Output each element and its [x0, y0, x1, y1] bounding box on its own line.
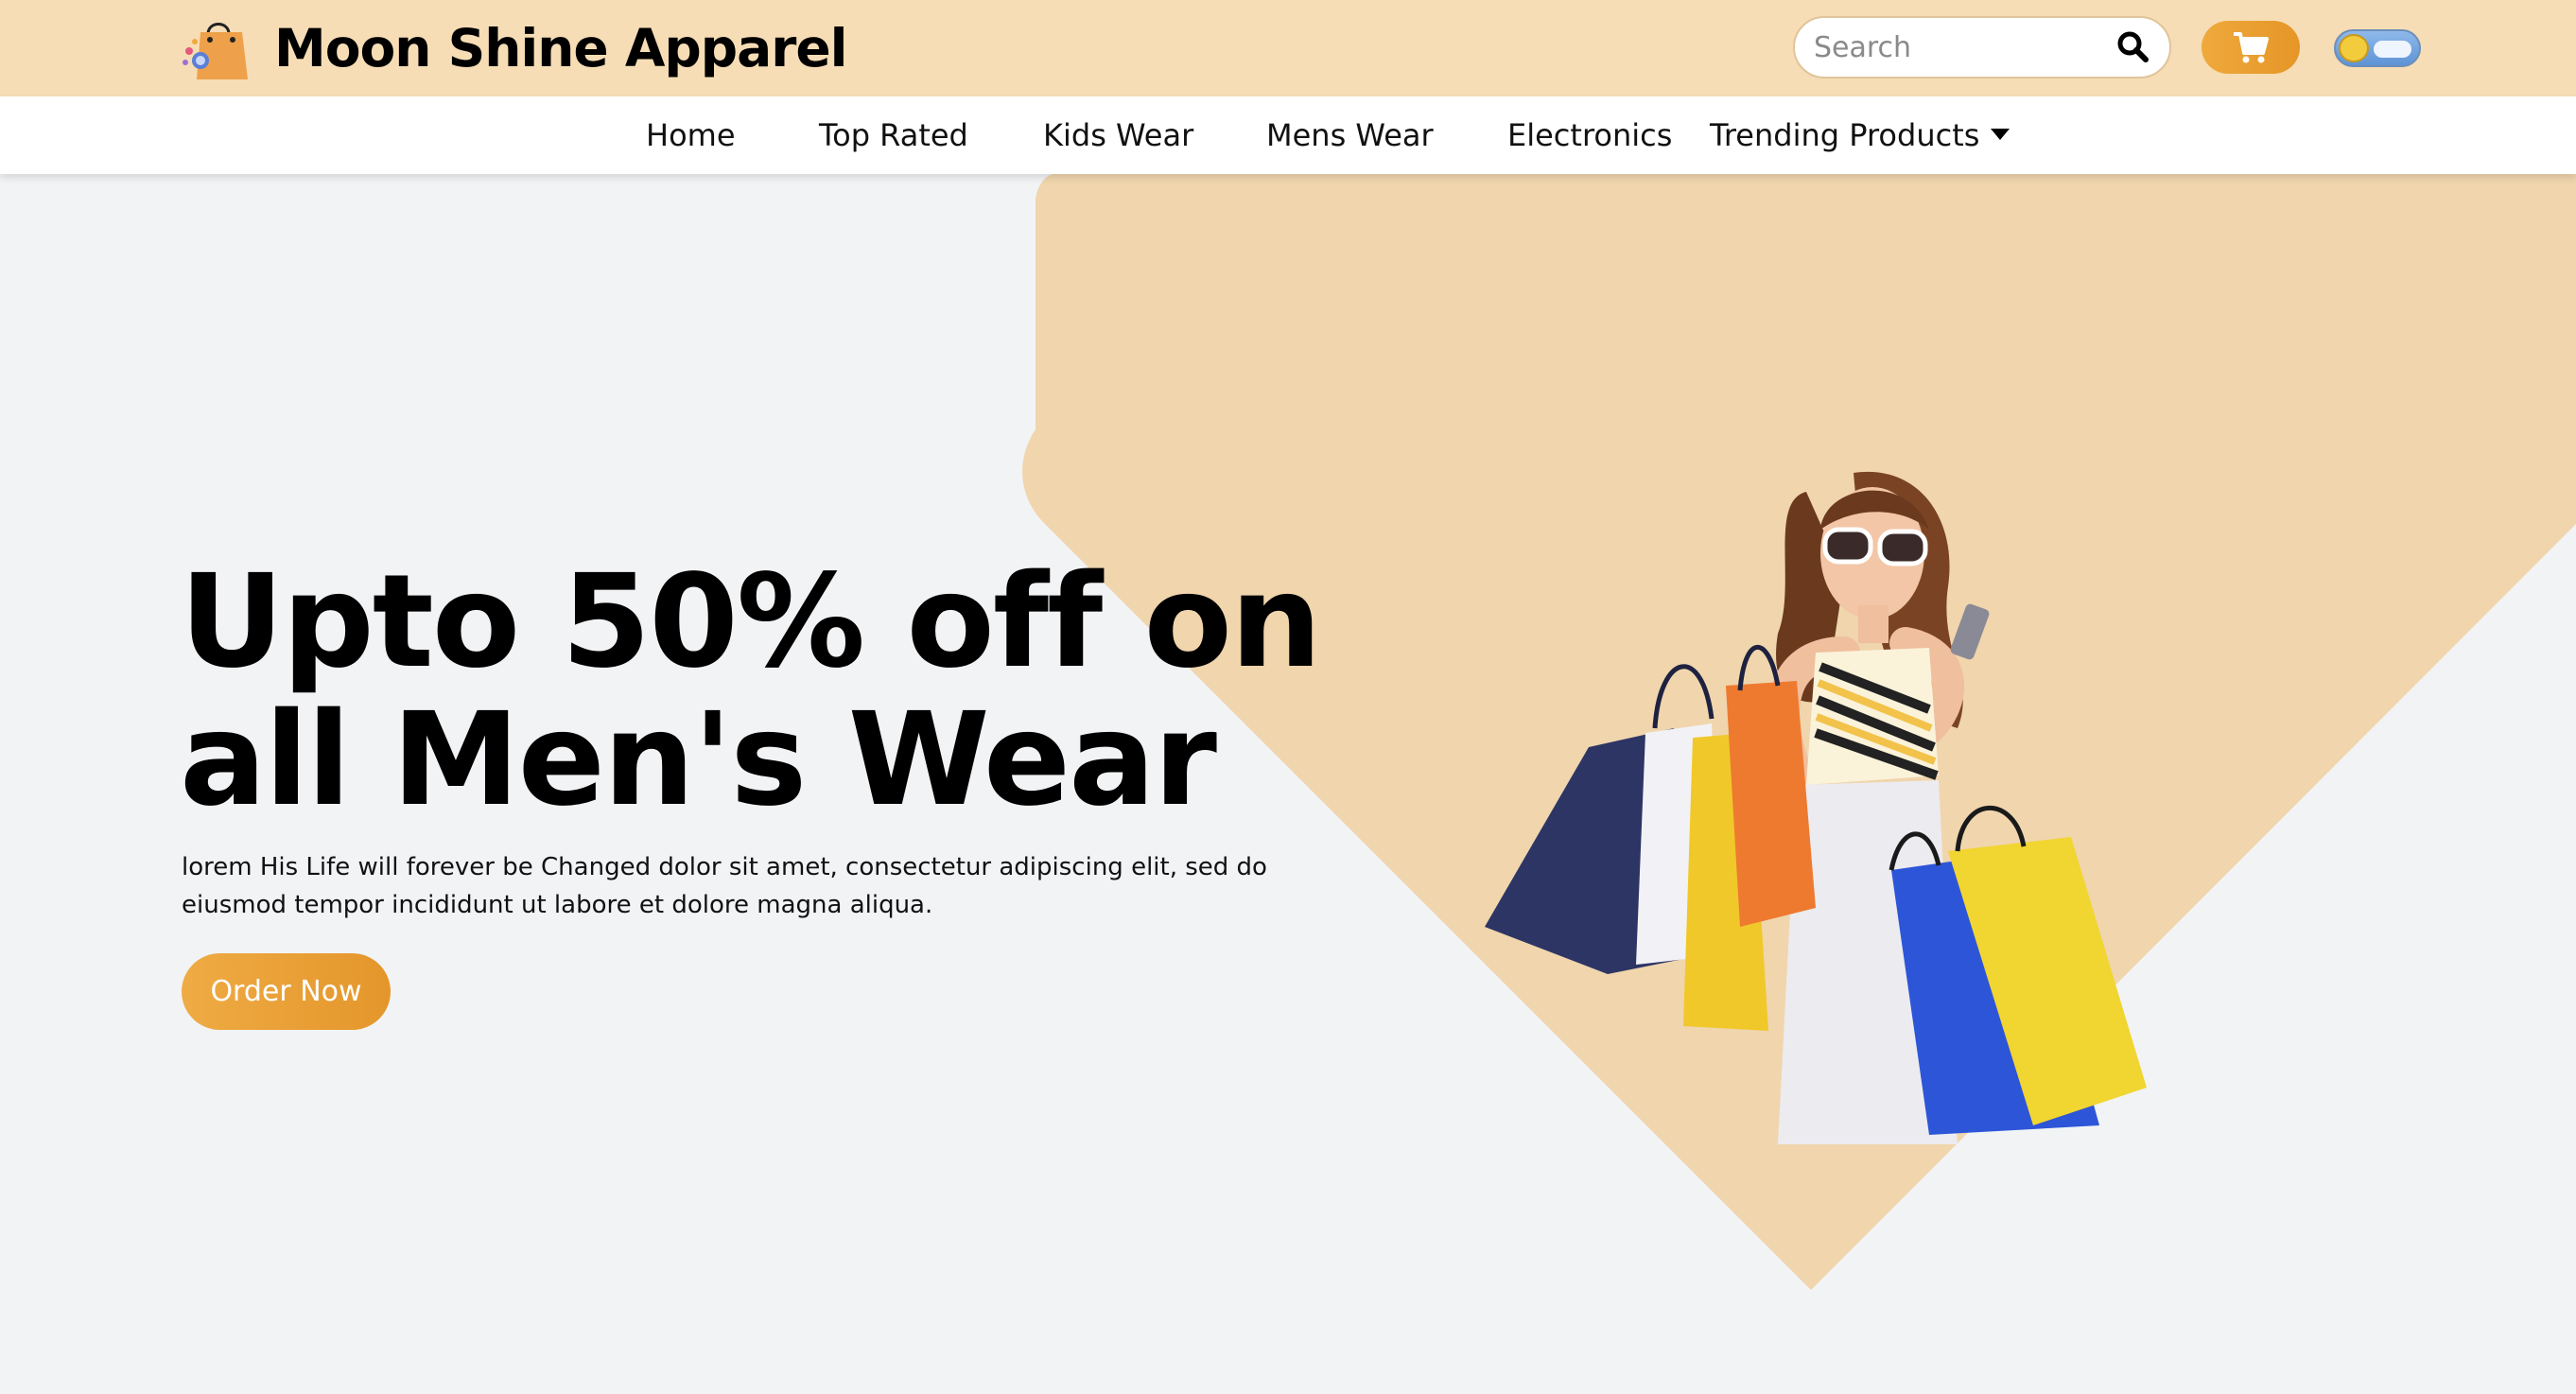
nav-item-trending-products[interactable]: Trending Products	[1710, 96, 2010, 174]
cart-button[interactable]	[2202, 21, 2300, 74]
cloud-icon	[2374, 41, 2411, 58]
top-bar: Moon Shine Apparel	[0, 0, 2576, 96]
search-bar	[1793, 16, 2171, 78]
nav-item-top-rated[interactable]: Top Rated	[819, 96, 968, 174]
caret-down-icon	[1991, 129, 2010, 140]
hero-headline-line2: all Men's Wear	[180, 686, 1217, 835]
nav-item-home[interactable]: Home	[646, 96, 736, 174]
shopping-bag-logo-icon	[183, 23, 248, 79]
brand[interactable]: Moon Shine Apparel	[180, 13, 848, 83]
main-nav: Home Top Rated Kids Wear Mens Wear Elect…	[0, 96, 2576, 174]
woman-with-shopping-bags-image	[1485, 471, 2147, 1144]
theme-toggle[interactable]	[2334, 29, 2421, 67]
nav-item-electronics[interactable]: Electronics	[1507, 96, 1672, 174]
search-input[interactable]	[1814, 30, 2115, 64]
cart-icon	[2234, 32, 2269, 63]
nav-item-kids-wear[interactable]: Kids Wear	[1043, 96, 1193, 174]
hero-description: lorem His Life will forever be Changed d…	[182, 853, 1267, 919]
order-now-button[interactable]: Order Now	[182, 953, 391, 1030]
nav-item-trending-label: Trending Products	[1710, 117, 1980, 153]
sun-icon	[2339, 34, 2369, 62]
hero-headline-line1: Upto 50% off on	[180, 548, 1322, 697]
hero-headline: Upto 50% off on all Men's Wear	[180, 553, 1409, 829]
brand-name: Moon Shine Apparel	[274, 18, 848, 78]
search-icon[interactable]	[2115, 28, 2152, 66]
nav-item-mens-wear[interactable]: Mens Wear	[1266, 96, 1434, 174]
